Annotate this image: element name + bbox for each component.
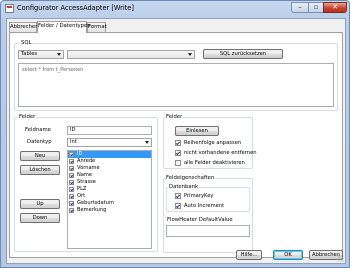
ok-button[interactable]: OK [273,250,303,260]
maximize-button[interactable]: ▫ [308,2,324,13]
app-icon [5,4,14,13]
field-label: ID [77,151,83,157]
delete-field-button[interactable]: Löschen [20,165,60,175]
option-label: Auto Increment [184,203,225,209]
fields-listbox[interactable]: ID Anrede Vorname Name Strasse PLZ Ort G… [67,150,152,249]
option-auto-increment[interactable]: Auto Increment [175,202,224,210]
option-label: PrimaryKey [184,193,214,199]
checkbox[interactable] [175,140,181,146]
checkbox[interactable] [69,173,74,178]
option-label: alle Felder deaktivieren [184,160,245,166]
tab-panel-felder: SQL Tables SQL zurücksetzen select * fro… [9,32,343,258]
field-label: Geburtsdatum [77,200,114,206]
list-item[interactable]: Anrede [68,158,151,165]
datatype-select[interactable]: Int [67,138,152,147]
fields-options-group-label: Felder [165,114,184,121]
checkbox[interactable] [69,159,74,164]
resize-grip-icon[interactable] [337,255,344,262]
chevron-down-icon [188,53,192,56]
move-down-button[interactable]: Down [20,213,60,223]
tab-felder-datentypen[interactable]: Felder / Datentypen [37,21,91,33]
fields-group: Felder Feldname ID Datentyp Int Neu Lösc… [14,114,158,252]
option-deactivate-all[interactable]: alle Felder deaktivieren [175,159,245,167]
fields-options-group: Felder Einlesen Reihenfolge anpassen nic… [163,114,257,169]
sql-table-select[interactable] [67,50,195,59]
sql-type-select[interactable]: Tables [18,50,64,59]
checkbox[interactable] [175,193,181,199]
default-value-input[interactable] [166,225,250,237]
help-button[interactable]: Hilfe... [236,250,262,260]
sql-type-value: Tables [21,51,38,57]
sql-group: SQL Tables SQL zurücksetzen select * fro… [14,40,338,111]
option-adjust-order[interactable]: Reihenfolge anpassen [175,139,241,147]
list-item[interactable]: ID [68,151,151,158]
fieldname-input[interactable]: ID [67,126,152,135]
checkbox[interactable] [175,203,181,209]
sql-query-textarea[interactable]: select * from t_Personen [18,63,334,107]
list-item[interactable]: Ort [68,193,151,200]
field-label: PLZ [77,186,87,192]
list-item[interactable]: Vorname [68,165,151,172]
datatype-label: Datentyp [27,139,52,145]
list-item[interactable]: Geburtsdatum [68,200,151,207]
field-properties-group-label: Feldeigenschaften [165,175,216,182]
tab-abbrechen[interactable]: Abbrechen [9,22,39,32]
chevron-down-icon [145,141,149,144]
option-remove-missing[interactable]: nicht vorhandene entfernen [175,149,257,157]
database-group: Datenbank PrimaryKey Auto Increment [166,184,250,212]
read-fields-button[interactable]: Einlesen [175,126,219,136]
field-label: Strasse [77,179,96,185]
field-label: Name [77,172,93,178]
field-properties-group: Feldeigenschaften Datenbank PrimaryKey A… [163,175,253,253]
list-item[interactable]: Name [68,172,151,179]
option-primary-key[interactable]: PrimaryKey [175,192,213,200]
field-label: Bemerkung [77,207,107,213]
dialog-client-area: Abbrechen Felder / Datentypen Format SQL… [6,18,346,264]
sql-reset-button[interactable]: SQL zurücksetzen [203,49,283,59]
default-value-label: FlowHeater DefaultValue [167,217,233,223]
option-label: nicht vorhandene entfernen [184,150,257,156]
checkbox[interactable] [69,152,74,157]
title-bar[interactable]: Configurator AccessAdapter [Write] – ▫ ✕ [1,1,349,18]
fieldname-label: Feldname [25,127,51,133]
close-button[interactable]: ✕ [323,2,347,13]
checkbox[interactable] [69,166,74,171]
maximize-icon: ▫ [313,3,319,11]
checkbox[interactable] [69,194,74,199]
close-icon: ✕ [332,3,338,11]
database-group-label: Datenbank [168,184,200,191]
checkbox[interactable] [69,201,74,206]
sql-query-text: select * from t_Personen [22,67,84,73]
minimize-icon: – [298,3,302,11]
new-field-button[interactable]: Neu [20,151,60,161]
datatype-value: Int [70,139,77,145]
checkbox[interactable] [69,208,74,213]
checkbox[interactable] [175,150,181,156]
window-title: Configurator AccessAdapter [Write] [17,4,134,12]
field-label: Vorname [77,165,100,171]
move-up-button[interactable]: Up [20,199,60,209]
list-item[interactable]: Strasse [68,179,151,186]
chevron-down-icon [57,53,61,56]
field-label: Anrede [77,158,96,164]
checkbox[interactable] [69,180,74,185]
configurator-window: Configurator AccessAdapter [Write] – ▫ ✕… [0,0,350,268]
option-label: Reihenfolge anpassen [184,140,242,146]
sql-group-label: SQL [20,40,33,47]
checkbox[interactable] [175,160,181,166]
fields-group-label: Felder [18,114,37,121]
field-label: Ort [77,193,86,199]
list-item[interactable]: Bemerkung [68,207,151,214]
minimize-button[interactable]: – [291,2,309,13]
list-item[interactable]: PLZ [68,186,151,193]
checkbox[interactable] [69,187,74,192]
